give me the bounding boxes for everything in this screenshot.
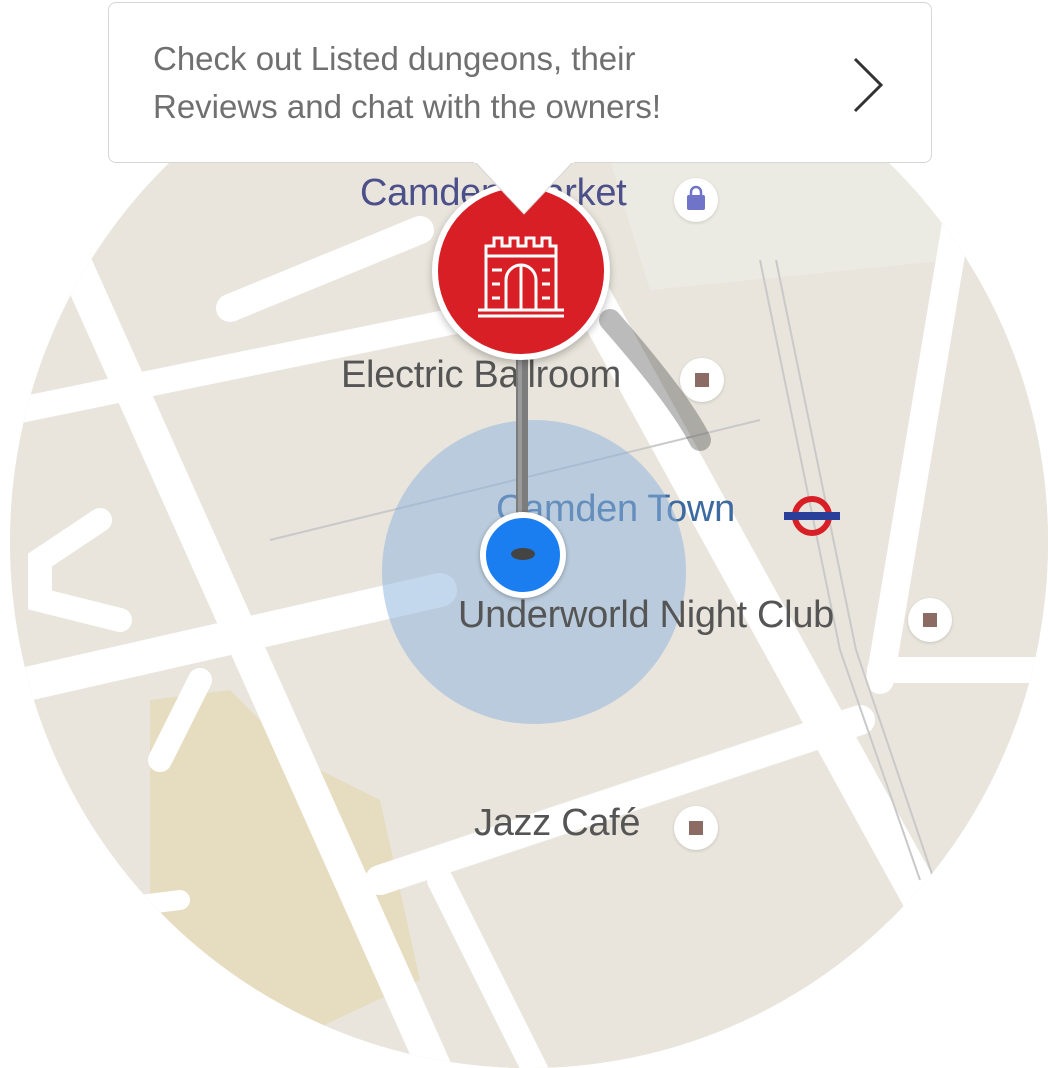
tooltip-line-1: Check out Listed dungeons, their: [153, 40, 636, 77]
info-tooltip[interactable]: Check out Listed dungeons, their Reviews…: [108, 2, 932, 163]
castle-icon: [478, 236, 564, 318]
place-label-electric-ballroom[interactable]: Electric Ballroom: [341, 354, 621, 397]
venue-icon[interactable]: [674, 806, 718, 850]
chevron-right-icon[interactable]: [849, 55, 889, 115]
map-view[interactable]: Camden Market Electric Ballroom Camden T…: [0, 0, 1048, 1068]
tooltip-line-2: Reviews and chat with the owners!: [153, 88, 662, 125]
current-location-dot[interactable]: [480, 512, 566, 598]
place-label-jazz-cafe[interactable]: Jazz Café: [474, 802, 641, 845]
shopping-bag-icon[interactable]: [674, 178, 718, 222]
venue-icon[interactable]: [680, 358, 724, 402]
tooltip-tail: [474, 160, 574, 215]
place-label-underworld[interactable]: Underworld Night Club: [458, 594, 834, 637]
venue-icon[interactable]: [908, 598, 952, 642]
london-underground-icon[interactable]: [782, 494, 842, 538]
tooltip-text: Check out Listed dungeons, their Reviews…: [153, 35, 793, 131]
